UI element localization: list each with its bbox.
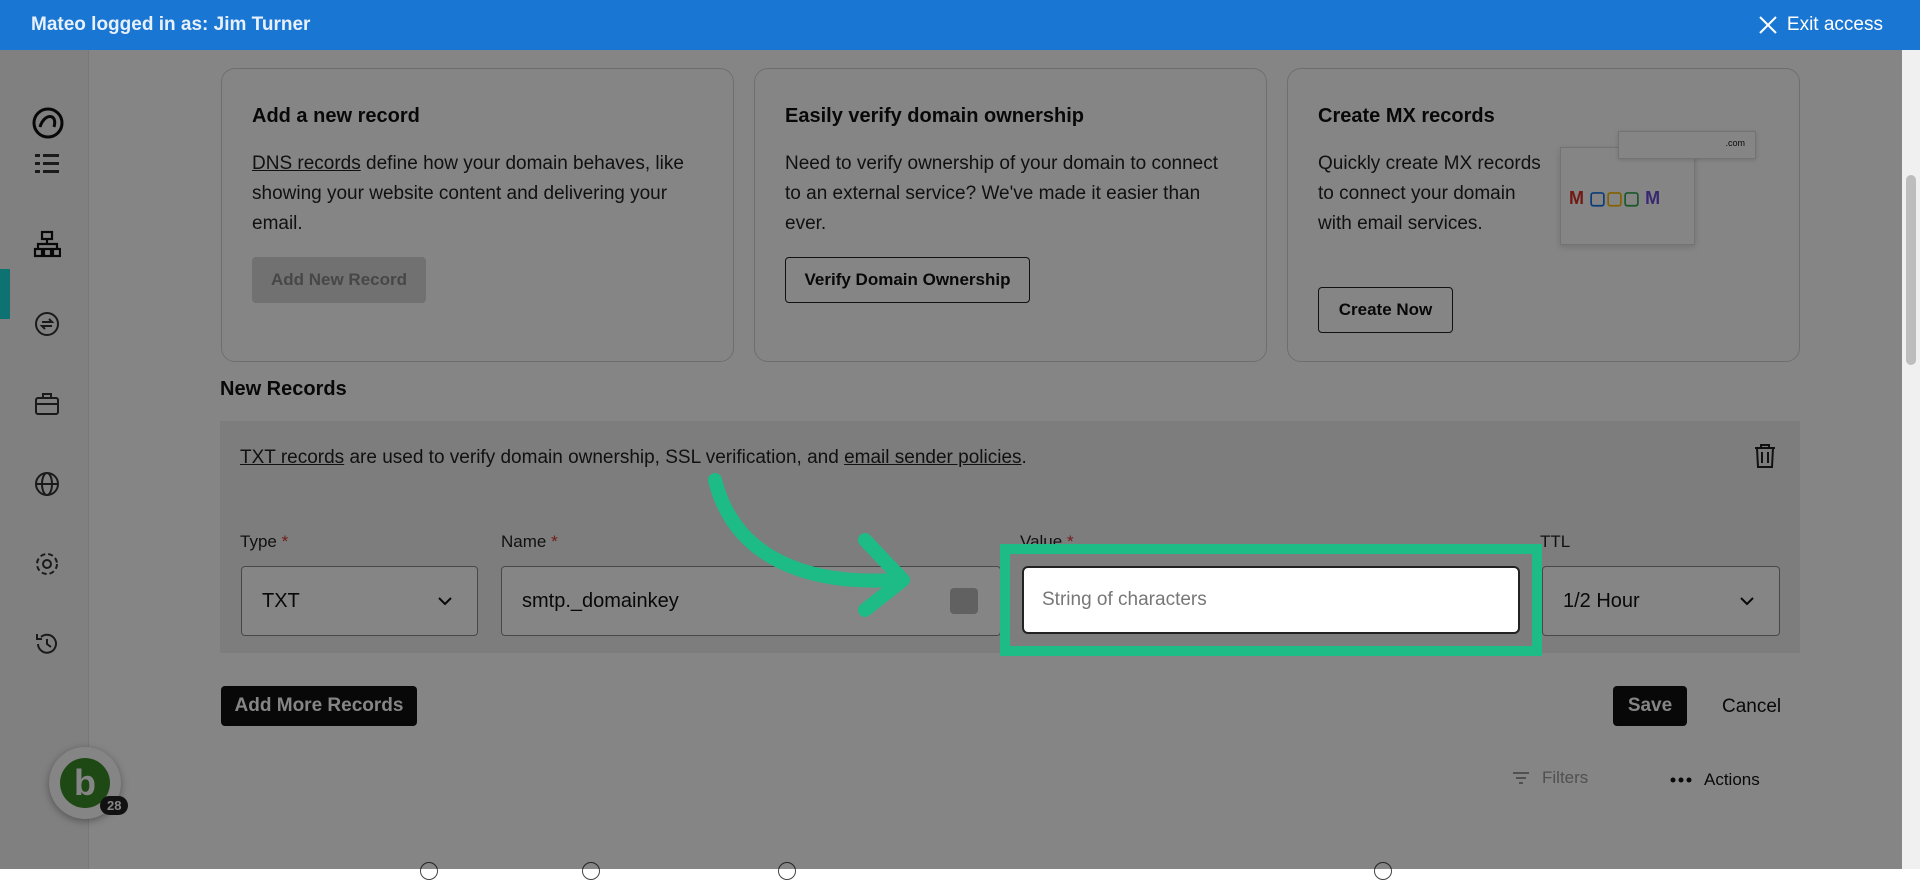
create-mx-card: Create MX records Quickly create MX reco… (1287, 68, 1800, 362)
filters-label: Filters (1542, 768, 1589, 787)
trash-icon[interactable] (1750, 441, 1780, 471)
dns-hierarchy-icon[interactable] (30, 227, 64, 261)
name-label: Name * (501, 532, 558, 551)
mx-illustration: M ▢▢▢ M .com (1560, 131, 1760, 261)
mx-illustration-domain: .com (1725, 138, 1745, 148)
partial-row-icon (1374, 862, 1392, 880)
autofill-icon[interactable] (950, 588, 978, 614)
save-button[interactable]: Save (1613, 686, 1687, 726)
type-label: Type * (240, 532, 289, 551)
impersonation-bar: Mateo logged in as: Jim Turner Exit acce… (0, 0, 1920, 50)
filter-icon (1513, 772, 1529, 784)
exit-access-label: Exit access (1786, 14, 1883, 35)
scrollbar-track[interactable] (1902, 50, 1920, 869)
chevron-down-icon (438, 597, 452, 606)
add-record-description: DNS records define how your domain behav… (252, 149, 722, 239)
globe-icon[interactable] (30, 467, 64, 501)
dns-records-link[interactable]: DNS records (252, 153, 361, 174)
ttl-select[interactable]: 1/2 Hour (1542, 566, 1780, 636)
type-value: TXT (262, 589, 300, 612)
verify-ownership-text: Need to verify ownership of your domain … (785, 153, 1219, 234)
add-record-card: Add a new record DNS records define how … (221, 68, 734, 362)
history-icon[interactable] (30, 627, 64, 661)
ttl-label: TTL (1540, 532, 1571, 551)
new-records-title: New Records (220, 378, 347, 400)
godaddy-logo-icon[interactable] (30, 105, 66, 141)
sidebar-active-indicator (0, 269, 10, 319)
txt-records-description: TXT records are used to verify domain ow… (240, 447, 1027, 469)
txt-desc-end: . (1021, 447, 1027, 468)
verify-ownership-card: Easily verify domain ownership Need to v… (754, 68, 1267, 362)
value-input[interactable] (1022, 566, 1520, 634)
txt-desc-middle: are used to verify domain ownership, SSL… (344, 447, 845, 468)
actions-button[interactable]: Actions (1670, 770, 1760, 790)
more-dots-icon (1670, 777, 1692, 783)
actions-label: Actions (1704, 770, 1760, 789)
cancel-button[interactable]: Cancel (1722, 696, 1781, 718)
scrollbar-thumb[interactable] (1906, 175, 1916, 365)
add-record-title: Add a new record (252, 105, 420, 127)
new-record-panel: TXT records are used to verify domain ow… (220, 421, 1800, 653)
logged-in-as-text: Mateo logged in as: Jim Turner (31, 14, 311, 35)
partial-row-icon (582, 862, 600, 880)
partial-row-icon (778, 862, 796, 880)
exit-access-button[interactable]: Exit access (1757, 14, 1883, 36)
transfer-icon[interactable] (30, 307, 64, 341)
name-value: smtp._domainkey (522, 589, 679, 612)
add-more-records-button[interactable]: Add More Records (221, 686, 417, 726)
filters-button[interactable]: Filters (1512, 768, 1588, 788)
email-sender-policies-link[interactable]: email sender policies (844, 447, 1021, 468)
briefcase-icon[interactable] (30, 387, 64, 421)
notification-count-badge: 28 (100, 796, 129, 815)
type-select[interactable]: TXT (241, 566, 478, 636)
create-now-button[interactable]: Create Now (1318, 287, 1453, 333)
create-mx-text: Quickly create MX records to connect you… (1318, 153, 1541, 234)
list-icon[interactable] (30, 147, 64, 181)
close-icon (1759, 16, 1777, 34)
value-label: Value * (1020, 532, 1074, 551)
verify-domain-ownership-button[interactable]: Verify Domain Ownership (785, 257, 1030, 303)
create-mx-title: Create MX records (1318, 105, 1495, 127)
txt-records-link[interactable]: TXT records (240, 447, 344, 468)
ttl-value: 1/2 Hour (1563, 589, 1640, 612)
sidebar (0, 50, 89, 869)
add-new-record-button[interactable]: Add New Record (252, 257, 426, 303)
partial-row-icon (420, 862, 438, 880)
gear-icon[interactable] (30, 547, 64, 581)
chevron-down-icon (1740, 597, 1754, 606)
verify-ownership-title: Easily verify domain ownership (785, 105, 1084, 127)
name-field[interactable]: smtp._domainkey (501, 566, 1001, 636)
